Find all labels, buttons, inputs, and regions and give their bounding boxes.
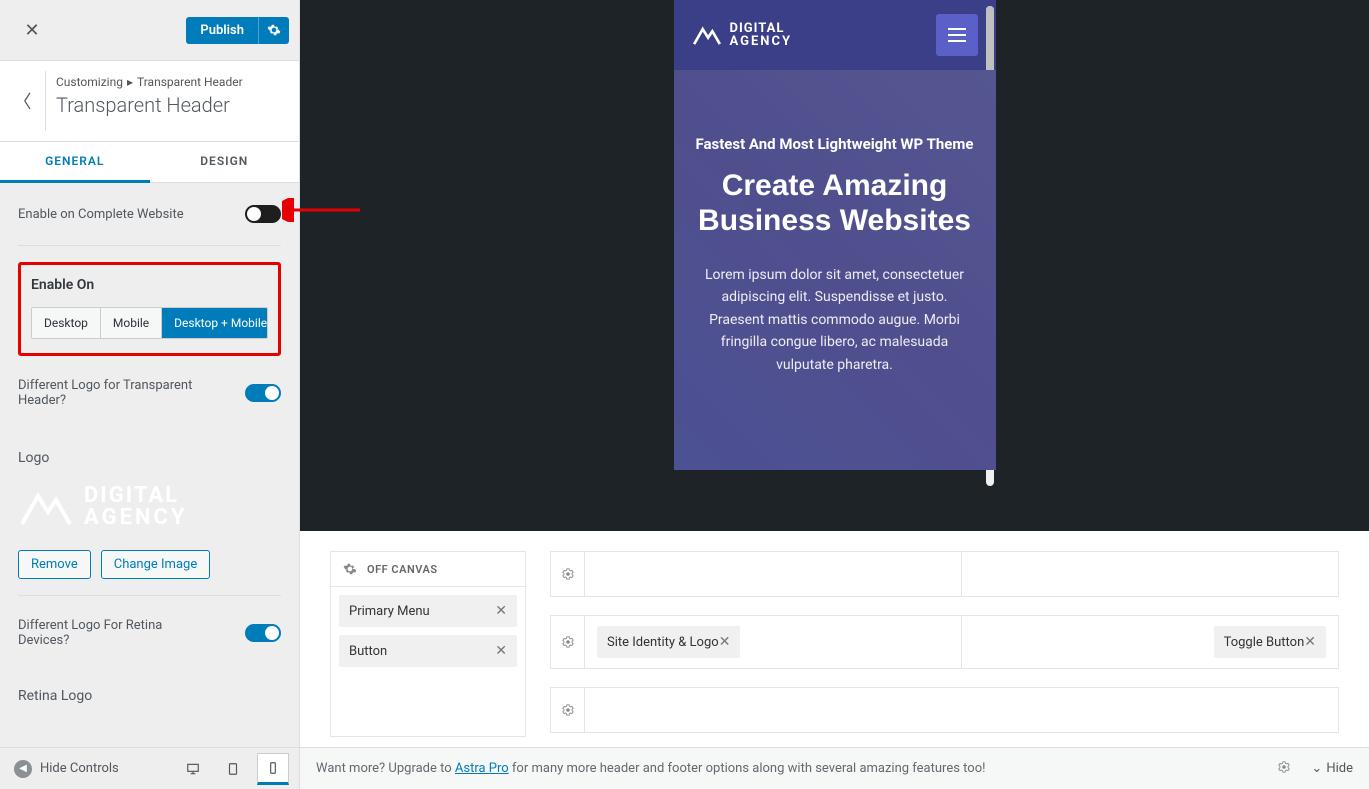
header-row-below[interactable] xyxy=(550,687,1339,733)
change-image-button[interactable]: Change Image xyxy=(101,550,211,579)
remove-item-icon[interactable]: ✕ xyxy=(495,643,507,659)
collapse-icon: ◀ xyxy=(14,760,32,778)
site-logo[interactable]: DIGITAL AGENCY xyxy=(692,22,793,48)
enable-complete-label: Enable on Complete Website xyxy=(18,207,184,222)
tab-design[interactable]: DESIGN xyxy=(150,142,300,183)
site-header: DIGITAL AGENCY xyxy=(674,0,996,70)
close-customizer-button[interactable]: ✕ xyxy=(10,8,54,52)
breadcrumb: Customizing▸Transparent Header xyxy=(56,75,243,89)
header-row-primary[interactable]: Site Identity & Logo✕ Toggle Button✕ xyxy=(550,615,1339,669)
different-logo-label: Different Logo for Transparent Header? xyxy=(18,378,198,408)
section-title: Transparent Header xyxy=(56,93,243,117)
annotation-arrow-icon xyxy=(282,198,362,226)
enable-on-desktop[interactable]: Desktop xyxy=(32,308,101,338)
different-logo-toggle[interactable] xyxy=(245,384,281,402)
enable-on-mobile[interactable]: Mobile xyxy=(101,308,162,338)
device-mobile-button[interactable] xyxy=(257,753,289,785)
publish-button[interactable]: Publish xyxy=(186,17,258,44)
off-canvas-title: OFF CANVAS xyxy=(367,563,438,576)
gear-icon[interactable] xyxy=(343,562,357,576)
hero-tagline: Fastest And Most Lightweight WP Theme xyxy=(696,134,974,155)
enable-on-title: Enable On xyxy=(31,277,268,293)
hero-copy: Lorem ipsum dolor sit amet, consectetuer… xyxy=(696,264,974,376)
remove-logo-button[interactable]: Remove xyxy=(18,550,91,579)
mobile-preview-frame: DIGITAL AGENCY Fastest And Most Lightwei… xyxy=(674,0,996,470)
header-row-above[interactable] xyxy=(550,551,1339,597)
retina-logo-label: Different Logo For Retina Devices? xyxy=(18,618,198,648)
tab-general[interactable]: GENERAL xyxy=(0,142,150,183)
chevron-down-icon: ⌄ xyxy=(1311,761,1322,776)
remove-item-icon[interactable]: ✕ xyxy=(719,634,731,650)
remove-item-icon[interactable]: ✕ xyxy=(495,603,507,619)
enable-on-desktop-mobile[interactable]: Desktop + Mobile xyxy=(162,308,268,338)
enable-on-highlight: Enable On Desktop Mobile Desktop + Mobil… xyxy=(18,262,281,356)
upgrade-message: Want more? Upgrade to Astra Pro for many… xyxy=(316,761,985,776)
back-button[interactable]: 〈 xyxy=(0,71,46,131)
retina-logo-section-label: Retina Logo xyxy=(18,670,281,704)
remove-item-icon[interactable]: ✕ xyxy=(1304,634,1316,650)
off-canvas-item-button[interactable]: Button✕ xyxy=(339,635,517,667)
device-tablet-button[interactable] xyxy=(217,753,249,785)
hero-headline: Create Amazing Business Websites xyxy=(696,169,974,238)
publish-settings-button[interactable] xyxy=(258,17,289,44)
row-settings-button[interactable] xyxy=(551,552,585,596)
logo-mountain-icon xyxy=(692,23,722,47)
row-settings-button[interactable] xyxy=(551,616,585,668)
device-desktop-button[interactable] xyxy=(177,753,209,785)
retina-logo-toggle[interactable] xyxy=(245,624,281,642)
builder-item-toggle-button[interactable]: Toggle Button✕ xyxy=(1214,626,1326,658)
hide-builder-button[interactable]: ⌄Hide xyxy=(1311,761,1353,776)
gear-icon xyxy=(267,23,281,37)
logo-preview: DIGITAL AGENCY xyxy=(18,476,278,538)
astra-pro-link[interactable]: Astra Pro xyxy=(455,761,509,776)
enable-complete-toggle[interactable] xyxy=(245,205,281,223)
hide-controls-button[interactable]: Hide Controls xyxy=(40,761,119,776)
off-canvas-item-primary-menu[interactable]: Primary Menu✕ xyxy=(339,595,517,627)
row-settings-button[interactable] xyxy=(551,688,585,732)
builder-item-site-identity[interactable]: Site Identity & Logo✕ xyxy=(597,626,740,658)
logo-mountain-icon xyxy=(18,486,74,528)
logo-label: Logo xyxy=(18,450,281,466)
mobile-menu-toggle[interactable] xyxy=(936,14,978,56)
builder-settings-button[interactable] xyxy=(1277,760,1291,778)
